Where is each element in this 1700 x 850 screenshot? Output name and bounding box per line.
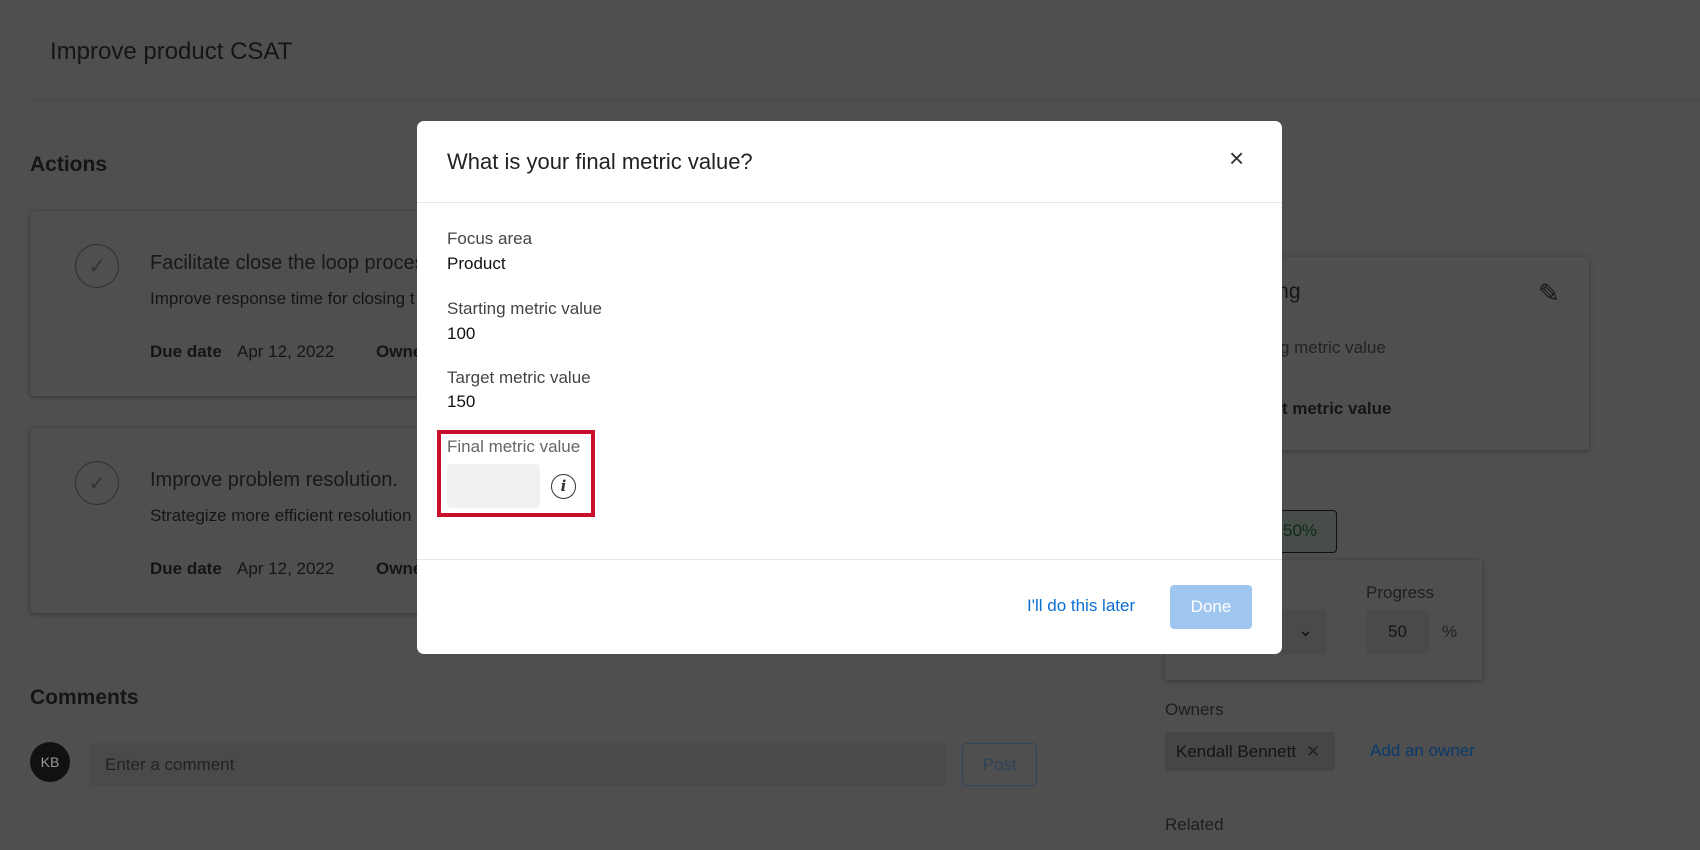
progress-input[interactable]: 50 [1366, 610, 1429, 654]
action-title: Facilitate close the loop proces [150, 252, 425, 275]
focus-area-label: Focus area [447, 229, 532, 249]
progress-label: Progress [1366, 583, 1434, 603]
divider [417, 202, 1282, 203]
owner-label: Owne [376, 559, 422, 579]
divider [417, 559, 1282, 560]
starting-metric-value: 100 [447, 324, 475, 344]
add-owner-link[interactable]: Add an owner [1370, 741, 1475, 761]
remove-owner-icon[interactable]: ✕ [1306, 742, 1320, 761]
close-icon[interactable]: × [1229, 143, 1244, 174]
due-date-label: Due date [150, 342, 222, 362]
post-button[interactable]: Post [962, 743, 1037, 786]
done-button[interactable]: Done [1170, 585, 1252, 629]
action-description: Improve response time for closing t [150, 289, 415, 309]
divider [30, 100, 1700, 101]
do-later-link[interactable]: I'll do this later [1027, 596, 1135, 616]
due-date-value: Apr 12, 2022 [237, 559, 334, 579]
target-metric-value: 150 [447, 392, 475, 412]
action-description: Strategize more efficient resolution [150, 506, 411, 526]
action-title: Improve problem resolution. [150, 469, 398, 492]
comments-heading: Comments [30, 686, 139, 710]
owner-chip[interactable]: Kendall Bennett ✕ [1165, 732, 1335, 771]
page-title: Improve product CSAT [50, 38, 292, 66]
owners-label: Owners [1165, 700, 1224, 720]
comment-input[interactable] [89, 743, 946, 786]
target-metric-label: Target metric value [447, 368, 591, 388]
focus-area-value: Product [447, 254, 506, 274]
dialog-title: What is your final metric value? [447, 149, 753, 175]
edit-icon[interactable]: ✎ [1538, 278, 1560, 309]
due-date-value: Apr 12, 2022 [237, 342, 334, 362]
actions-heading: Actions [30, 153, 107, 177]
starting-metric-label: Starting metric value [447, 299, 602, 319]
owner-chip-label: Kendall Bennett [1176, 742, 1296, 761]
owner-label: Owne [376, 342, 422, 362]
check-circle-icon[interactable]: ✓ [75, 244, 119, 288]
due-date-label: Due date [150, 559, 222, 579]
avatar: KB [30, 742, 70, 782]
final-metric-dialog: What is your final metric value? × Focus… [417, 121, 1282, 654]
related-label: Related [1165, 815, 1224, 835]
check-circle-icon[interactable]: ✓ [75, 461, 119, 505]
percent-label: % [1442, 622, 1457, 642]
chevron-down-icon: ⌄ [1298, 620, 1313, 641]
highlight-box [437, 430, 595, 517]
